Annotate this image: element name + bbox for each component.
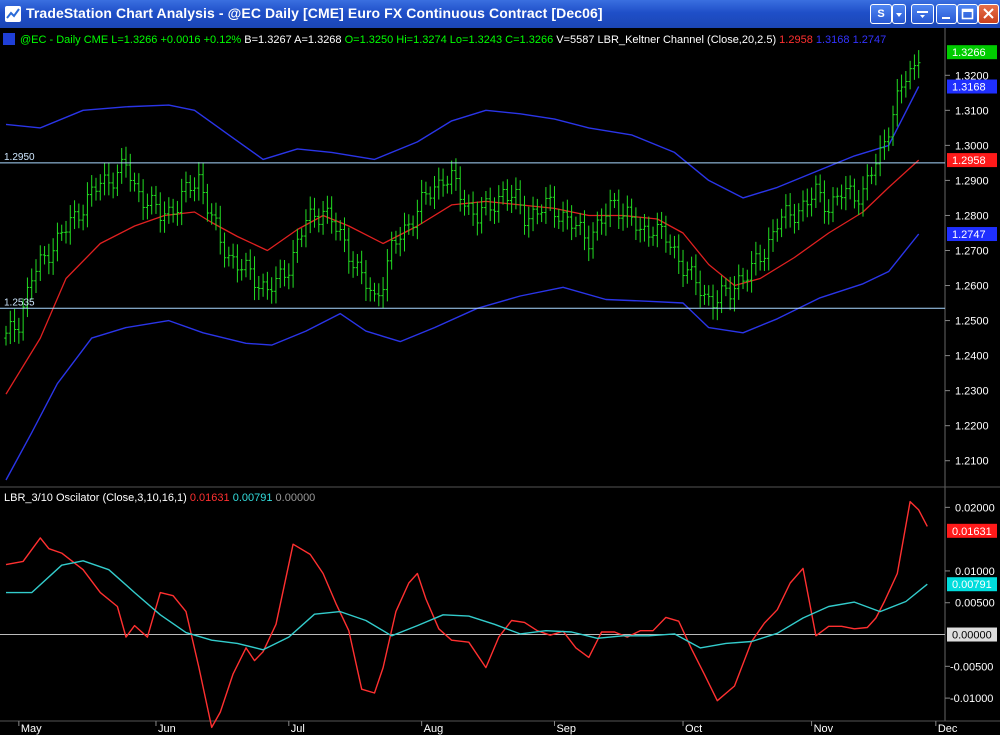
x-axis-label: Sep <box>556 723 576 735</box>
x-axis-label: May <box>21 723 42 735</box>
oscillator-header: LBR_3/10 Oscilator (Close,3,10,16,1) 0.0… <box>4 492 315 504</box>
x-axis-label: Nov <box>814 723 834 735</box>
x-axis-label: Oct <box>685 723 702 735</box>
window-title: TradeStation Chart Analysis - @EC Daily … <box>26 5 603 21</box>
legend-item: 0.00000 <box>272 492 315 504</box>
title-bar: TradeStation Chart Analysis - @EC Daily … <box>0 0 1000 28</box>
oscillator-zero-tag: 0.00000 <box>947 627 997 642</box>
price-tick-label: 1.3000 <box>955 140 989 152</box>
legend-item: 1.3168 <box>813 34 850 46</box>
x-axis-label: Jun <box>158 723 176 735</box>
oscillator-tick-label: -0.01000 <box>950 693 993 705</box>
symbol-button-label: S <box>877 8 885 20</box>
svg-text:1.2747: 1.2747 <box>952 229 986 241</box>
legend-item: 0.00791 <box>230 492 273 504</box>
price-tick-label: 1.3100 <box>955 105 989 117</box>
price-tick-label: 1.2400 <box>955 351 989 363</box>
price-tick-label: 1.2300 <box>955 386 989 398</box>
price-tick-label: 1.2900 <box>955 175 989 187</box>
legend-item: 0.01631 <box>187 492 230 504</box>
legend-item: CME <box>81 34 109 46</box>
price-value-tag: 1.3266 <box>947 45 997 60</box>
svg-text:0.00000: 0.00000 <box>952 630 992 642</box>
horizontal-line-label: 1.2535 <box>4 297 35 308</box>
price-tick-label: 1.2100 <box>955 456 989 468</box>
chevron-down-icon <box>896 13 902 17</box>
legend-item: @EC - Daily <box>20 34 81 46</box>
oscillator-tick-label: 0.01000 <box>955 566 995 578</box>
legend-item: V=5587 <box>553 34 594 46</box>
menu-icon <box>917 11 928 18</box>
price-value-tag: 1.3168 <box>947 79 997 94</box>
menu-button[interactable] <box>911 4 934 24</box>
legend-item: O=1.3250 <box>342 34 394 46</box>
price-tick-label: 1.2600 <box>955 281 989 293</box>
x-axis-label: Dec <box>938 723 958 735</box>
oscillator-tick-label: 0.02000 <box>955 502 995 514</box>
legend-item: L=1.3266 <box>108 34 157 46</box>
legend-item: (Close,3,10,16,1) <box>99 492 186 504</box>
close-button[interactable] <box>978 4 999 24</box>
svg-text:0.01631: 0.01631 <box>952 526 992 538</box>
price-tick-label: 1.2700 <box>955 245 989 257</box>
maximize-icon <box>961 8 974 20</box>
oscillator-tick-label: 0.00500 <box>955 598 995 610</box>
legend-item: 1.2747 <box>850 34 887 46</box>
legend-item: Lo=1.3243 <box>447 34 502 46</box>
close-icon <box>983 8 994 19</box>
maximize-button[interactable] <box>957 4 978 24</box>
x-axis-label: Aug <box>424 723 444 735</box>
horizontal-line-label: 1.2950 <box>4 152 35 163</box>
svg-text:1.2958: 1.2958 <box>952 155 986 167</box>
legend-item: C=1.3266 <box>502 34 553 46</box>
legend-item: 1.2958 <box>776 34 813 46</box>
legend-item: A=1.3268 <box>292 34 342 46</box>
chart-area[interactable]: 1.29501.2535 1.32001.31001.30001.29001.2… <box>0 28 1000 735</box>
price-value-tag: 1.2958 <box>947 153 997 168</box>
price-value-tag: 1.2747 <box>947 227 997 242</box>
price-tick-label: 1.2500 <box>955 316 989 328</box>
oscillator-value-tag: 0.00791 <box>947 577 997 592</box>
legend-item: LBR_3/10 Oscilator <box>4 492 100 504</box>
price-header: @EC - Daily CME L=1.3266 +0.0016 +0.12% … <box>20 34 886 46</box>
minimize-icon <box>942 17 950 19</box>
chart-icon[interactable] <box>3 33 15 45</box>
legend-item: LBR_Keltner Channel <box>595 34 704 46</box>
price-tick-label: 1.2800 <box>955 210 989 222</box>
legend-item: +0.0016 <box>157 34 200 46</box>
oscillator-tick-label: -0.00500 <box>950 661 993 673</box>
legend-item: Hi=1.3274 <box>393 34 447 46</box>
legend-item: (Close,20,2.5) <box>704 34 776 46</box>
symbol-dropdown-button[interactable] <box>892 4 906 24</box>
legend-item: B=1.3267 <box>241 34 291 46</box>
svg-text:1.3266: 1.3266 <box>952 47 986 59</box>
svg-text:1.3168: 1.3168 <box>952 82 986 94</box>
minimize-button[interactable] <box>936 4 957 24</box>
symbol-button[interactable]: S <box>870 4 892 24</box>
x-axis-label: Jul <box>291 723 305 735</box>
price-tick-label: 1.2200 <box>955 421 989 433</box>
legend-item: +0.12% <box>201 34 242 46</box>
svg-text:0.00791: 0.00791 <box>952 579 992 591</box>
oscillator-value-tag: 0.01631 <box>947 523 997 538</box>
app-icon <box>5 6 21 22</box>
